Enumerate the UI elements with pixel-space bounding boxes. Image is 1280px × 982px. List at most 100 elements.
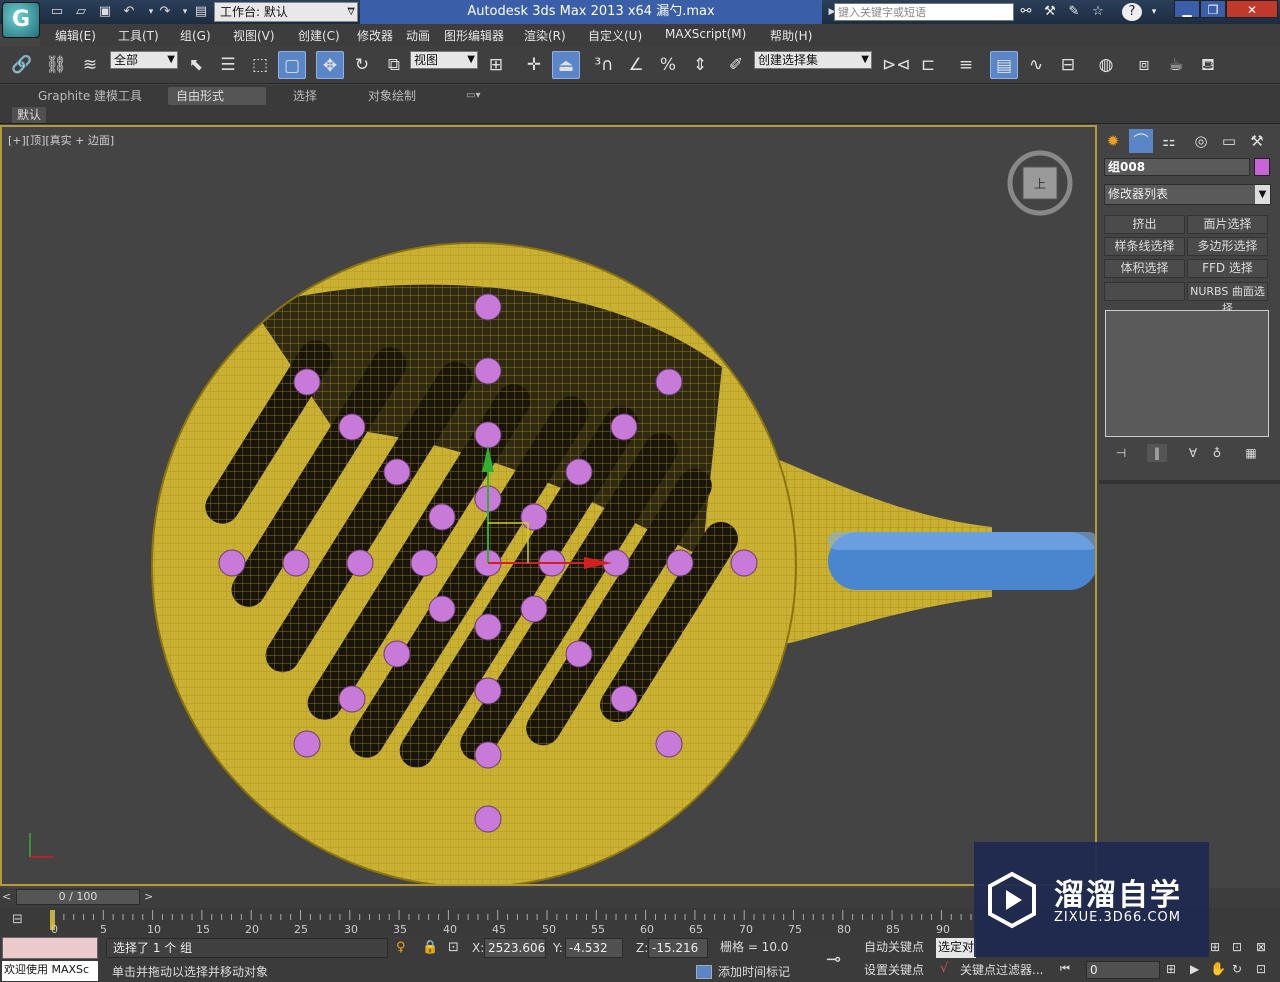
add-time-tag[interactable]: 添加时间标记 [718,963,818,981]
field-of-view-icon[interactable]: ▶ [1190,962,1199,976]
modifier-stack[interactable] [1105,310,1269,437]
viewcube[interactable]: 上 [1007,150,1073,216]
communication-center-icon[interactable]: ✎ [1064,3,1084,21]
isolate-selection-icon[interactable]: ♀ [396,940,406,955]
motion-tab-icon[interactable]: ◎ [1189,129,1213,153]
current-frame-field[interactable]: 0 [1086,961,1160,979]
graphite-toggle-icon[interactable]: ▤ [990,51,1018,79]
object-color-swatch[interactable] [1254,158,1270,176]
modify-tab-icon[interactable]: ⌒ [1129,129,1153,153]
layer-manager-icon[interactable]: ≡ [952,51,980,79]
selection-filter-combo[interactable]: 全部 ▼ [110,51,178,69]
qat-customize-icon[interactable]: ▾ [342,3,360,21]
subscription-icon[interactable]: ⚒ [1040,3,1060,21]
zoom-extents-icon[interactable]: ⊡ [1232,940,1242,954]
subtab-default[interactable]: 默认 [12,107,47,123]
make-unique-icon[interactable]: ∀ [1183,444,1203,462]
workspace-selector[interactable]: 工作台: 默认 ▼ [214,2,358,22]
window-crossing-icon[interactable]: ▢ [278,51,306,79]
menu-tools[interactable]: 工具(T) [118,27,159,44]
tab-freeform[interactable]: 自由形式 [168,87,266,105]
next-frame-icon[interactable]: > [144,890,153,903]
absolute-mode-icon[interactable]: ⊡ [448,940,459,955]
object-name-field[interactable]: 组008 [1104,158,1250,176]
menu-modifiers[interactable]: 修改器 [357,27,393,44]
maxscript-listener[interactable] [2,937,98,959]
tab-selection[interactable]: 选择 [285,87,325,105]
menu-help[interactable]: 帮助(H) [770,27,812,44]
modifier-spline-select-button[interactable]: 样条线选择 [1104,237,1185,256]
select-manipulate-icon[interactable]: ✛ [520,51,548,79]
close-button[interactable]: ✕ [1226,0,1278,18]
modifier-list-dropdown[interactable]: 修改器列表 ▼ [1104,184,1271,205]
undo-icon[interactable]: ↶ [120,3,138,21]
menu-animation[interactable]: 动画 [406,27,430,44]
modifier-poly-select-button[interactable]: 多边形选择 [1187,237,1268,256]
new-file-icon[interactable]: ▭ [48,3,66,21]
save-icon[interactable]: ▣ [96,3,114,21]
search-input[interactable]: 键入关键字或短语 [834,3,1014,21]
angle-snap-icon[interactable]: ∠ [622,51,650,79]
bind-space-warp-icon[interactable]: ≋ [76,51,104,79]
mirror-icon[interactable]: ⊳⊲ [882,51,911,79]
spinner-snap-icon[interactable]: ⇕ [686,51,714,79]
z-coord-field[interactable]: -15.216 [648,938,708,958]
edit-named-selection-icon[interactable]: ✐ [722,51,750,79]
modifier-nurbs-select-button[interactable]: NURBS 曲面选择 [1187,282,1268,315]
favorites-star-icon[interactable]: ☆ [1088,3,1108,21]
keyboard-shortcut-override-icon[interactable]: ⏏ [552,51,580,79]
display-tab-icon[interactable]: ▭ [1217,129,1241,153]
menu-edit[interactable]: 编辑(E) [55,27,96,44]
key-filters-button[interactable]: 关键点过滤器... [960,961,1050,981]
menu-rendering[interactable]: 渲染(R) [524,27,566,44]
tab-graphite-modeling[interactable]: Graphite 建模工具 [30,87,150,105]
menu-create[interactable]: 创建(C) [298,27,340,44]
configure-modifier-sets-icon[interactable]: ▦ [1241,444,1261,462]
menu-graph-editors[interactable]: 图形编辑器 [444,27,504,44]
selection-lock-icon[interactable]: 🔒 [422,940,438,955]
help-dropdown-icon[interactable]: ▾ [1144,3,1164,21]
ribbon-options-icon[interactable]: ▭▾ [458,87,488,105]
menu-views[interactable]: 视图(V) [233,27,275,44]
viewport-top[interactable]: [+][顶][真实 + 边面] 上 [0,125,1097,886]
unlink-icon[interactable]: ⛓ [42,51,70,79]
maxscript-mini-listener[interactable]: 欢迎使用 MAXSc [2,961,98,981]
utilities-tab-icon[interactable]: ⚒ [1245,129,1269,153]
x-coord-field[interactable]: 2523.606 [484,938,546,958]
zoom-all-icon[interactable]: ⊞ [1210,940,1220,954]
percent-snap-icon[interactable]: % [654,51,682,79]
named-selection-sets-combo[interactable]: 创建选择集 ▼ [754,51,872,69]
tab-object-paint[interactable]: 对象绘制 [360,87,424,105]
set-key-icon[interactable]: ⊸ [826,949,841,970]
snaps-toggle-icon[interactable]: ³∩ [590,51,618,79]
viewport-canvas[interactable]: 上 [2,127,1095,884]
show-end-result-icon[interactable]: ‖ [1147,444,1167,462]
maximize-viewport-icon[interactable]: ⊡ [1256,962,1266,976]
remove-modifier-icon[interactable]: ♁ [1207,444,1227,462]
time-config-icon[interactable]: ⊞ [1166,962,1176,976]
key-tangent-icon[interactable]: √ [940,961,948,976]
zoom-extents-all-icon[interactable]: ⊠ [1256,940,1266,954]
create-tab-icon[interactable]: ✹ [1101,129,1125,153]
y-coord-field[interactable]: -4.532 [565,938,623,958]
select-and-move-icon[interactable]: ✥ [316,51,344,79]
select-by-name-icon[interactable]: ☰ [214,51,242,79]
open-file-icon[interactable]: ▱ [72,3,90,21]
render-setup-icon[interactable]: ⧈ [1130,51,1158,79]
go-to-start-icon[interactable]: ⏮ [1060,962,1070,976]
binoculars-icon[interactable]: ⚯ [1016,3,1036,21]
modifier-ffd-select-button[interactable]: FFD 选择 [1187,259,1268,278]
redo-icon[interactable]: ↷ [156,3,174,21]
key-set-combo[interactable]: 选定对 [936,938,976,958]
menu-customize[interactable]: 自定义(U) [588,27,642,44]
rendered-frame-window-icon[interactable]: ☕ [1162,51,1190,79]
menu-group[interactable]: 组(G) [180,27,211,44]
reference-coordinate-combo[interactable]: 视图 ▼ [410,51,478,69]
hierarchy-tab-icon[interactable]: ⚏ [1157,129,1181,153]
modifier-patch-select-button[interactable]: 面片选择 [1187,215,1268,234]
pin-stack-icon[interactable]: ⊣ [1111,444,1131,462]
project-folder-icon[interactable]: ▤ [192,3,210,21]
orbit-icon[interactable]: ↻ [1232,962,1242,976]
select-and-rotate-icon[interactable]: ↻ [348,51,376,79]
modifier-extrude-button[interactable]: 挤出 [1104,215,1185,234]
